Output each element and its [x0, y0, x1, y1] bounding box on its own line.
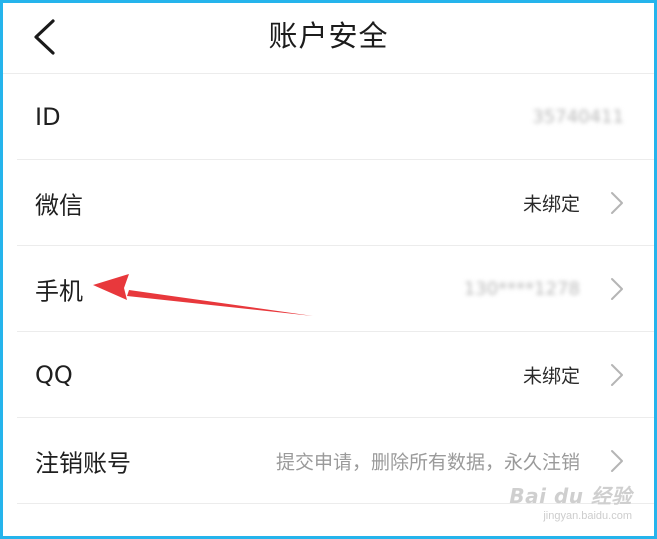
divider — [17, 503, 654, 504]
watermark-url: jingyan.baidu.com — [543, 510, 632, 522]
row-phone-value: 130****1278 — [463, 278, 580, 299]
row-qq[interactable]: QQ 未绑定 — [3, 332, 654, 417]
chevron-right-icon — [611, 191, 623, 214]
chevron-right-icon — [611, 363, 623, 386]
row-deactivate-label: 注销账号 — [35, 449, 131, 477]
row-id: ID 35740411 — [3, 74, 654, 159]
row-phone[interactable]: 手机 130****1278 — [3, 246, 654, 331]
row-qq-label: QQ — [35, 360, 73, 389]
chevron-right-icon — [611, 277, 623, 300]
settings-list: ID 35740411 微信 未绑定 手机 130****1278 QQ 未绑定 — [3, 73, 654, 504]
nav-bar: 账户安全 — [3, 3, 654, 73]
screenshot-frame: 账户安全 ID 35740411 微信 未绑定 手机 130****1278 Q… — [0, 0, 657, 539]
chevron-right-icon — [611, 449, 623, 472]
row-wechat[interactable]: 微信 未绑定 — [3, 160, 654, 245]
row-qq-value: 未绑定 — [522, 365, 580, 387]
row-wechat-label: 微信 — [35, 191, 83, 219]
row-wechat-value: 未绑定 — [522, 193, 580, 215]
row-id-value: 35740411 — [532, 106, 624, 127]
row-id-label: ID — [35, 102, 61, 131]
row-deactivate-value: 提交申请，删除所有数据，永久注销 — [275, 451, 580, 473]
page-title: 账户安全 — [268, 19, 389, 53]
row-deactivate-account[interactable]: 注销账号 提交申请，删除所有数据，永久注销 — [3, 418, 654, 503]
row-phone-label: 手机 — [35, 277, 83, 305]
